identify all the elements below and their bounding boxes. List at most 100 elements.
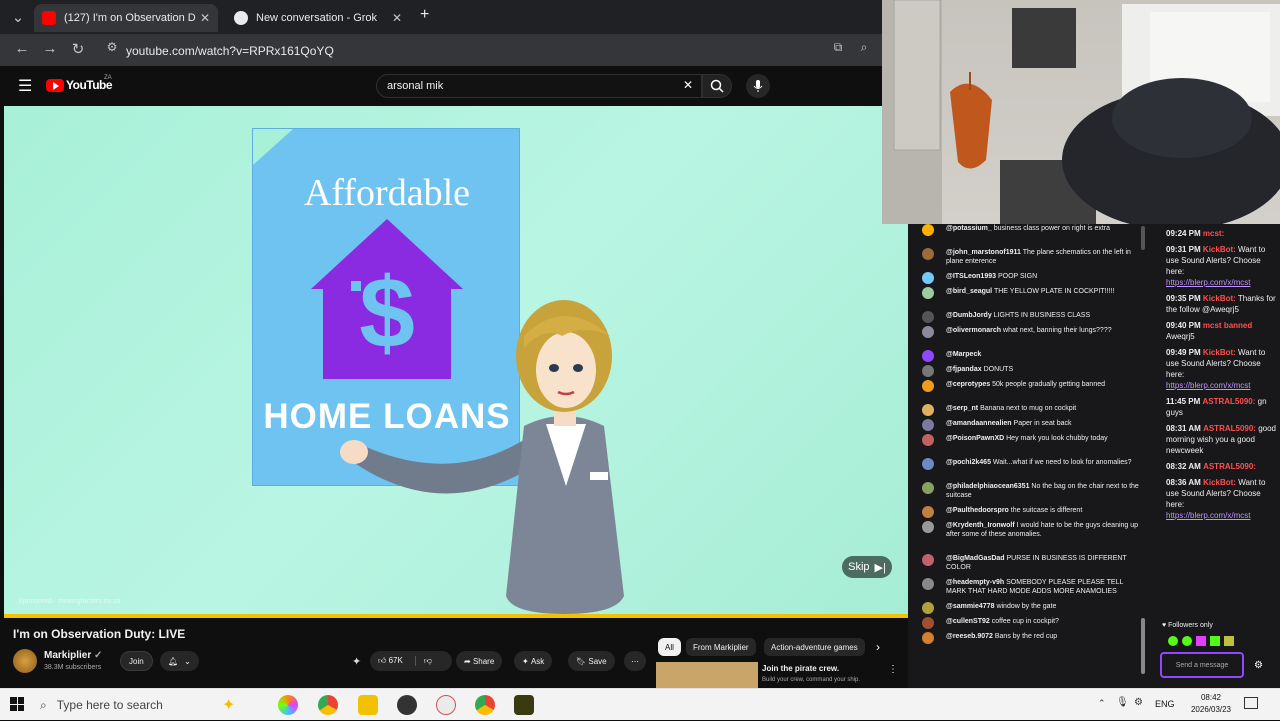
chat-avatar[interactable] — [922, 326, 934, 338]
more-vert-icon[interactable]: ⋮ — [888, 664, 898, 675]
recommendation-thumbnail[interactable] — [656, 662, 758, 688]
chat-username[interactable]: @amandaannealien — [946, 420, 1012, 427]
chat-username[interactable]: @Marpeck — [946, 351, 981, 358]
ask-button[interactable]: ✦ Ask — [514, 651, 553, 671]
chat-username[interactable]: @BigMadGasDad — [946, 555, 1005, 562]
chat-username[interactable]: @cullenST92 — [946, 618, 990, 625]
chat-avatar[interactable] — [922, 617, 934, 629]
chat-avatar[interactable] — [922, 434, 934, 446]
notifications-button[interactable]: 🔔︎ ⌄ — [160, 651, 199, 671]
reload-icon[interactable]: ↻ — [64, 40, 92, 58]
chrome-alt-icon[interactable] — [475, 695, 495, 715]
chip-from-markiplier[interactable]: From Markiplier — [686, 638, 756, 656]
kick-username[interactable]: ASTRAL5090: — [1203, 424, 1256, 433]
search-input[interactable]: arsonal mik ✕ — [376, 74, 702, 98]
chat-avatar[interactable] — [922, 404, 934, 416]
chat-avatar[interactable] — [922, 506, 934, 518]
copilot-icon[interactable] — [278, 695, 298, 715]
chat-avatar[interactable] — [922, 521, 934, 533]
kick-username[interactable]: KickBot: — [1203, 348, 1236, 357]
chat-settings-icon[interactable]: ⚙ — [1254, 660, 1263, 671]
chat-avatar[interactable] — [922, 578, 934, 590]
kick-username[interactable]: mcst: — [1203, 229, 1224, 238]
settings-icon[interactable]: ✦ — [352, 655, 361, 668]
chat-avatar[interactable] — [922, 365, 934, 377]
chat-username[interactable]: @fjpandax — [946, 366, 982, 373]
kick-username[interactable]: KickBot: — [1203, 294, 1236, 303]
chat-avatar[interactable] — [922, 350, 934, 362]
tab-grok[interactable]: New conversation - Grok ✕ — [226, 4, 410, 32]
chat-username[interactable]: @bird_seagul — [946, 288, 992, 295]
new-tab-button[interactable]: + — [420, 6, 429, 24]
chat-username[interactable]: @pochi2k465 — [946, 459, 991, 466]
tab-youtube[interactable]: (127) I'm on Observation D ✕ — [34, 4, 218, 32]
emote-icon[interactable] — [1210, 636, 1220, 646]
close-tab-icon[interactable]: ✕ — [392, 11, 402, 25]
install-app-icon[interactable]: ⧉ — [824, 40, 852, 55]
skip-ad-button[interactable]: Skip ▶| — [842, 556, 892, 578]
kick-link[interactable]: https://blerp.com/x/mcst — [1166, 511, 1250, 520]
chat-avatar[interactable] — [922, 482, 934, 494]
chat-username[interactable]: @ITSLeon1993 — [946, 273, 996, 280]
chat-username[interactable]: @olivermonarch — [946, 327, 1001, 334]
scroll-thumb-top[interactable] — [1141, 226, 1145, 250]
channel-avatar[interactable] — [13, 649, 37, 673]
send-message-input[interactable]: Send a message — [1160, 652, 1244, 678]
copilot-sparkle-icon[interactable]: ✦ — [222, 695, 235, 715]
file-explorer-icon[interactable] — [358, 695, 378, 715]
chip-all[interactable]: All — [658, 638, 681, 656]
clock[interactable]: 08:42 2026/03/23 — [1186, 692, 1236, 716]
clear-search-icon[interactable]: ✕ — [683, 78, 693, 92]
kick-username[interactable]: ASTRAL5090: — [1202, 397, 1255, 406]
chat-avatar[interactable] — [922, 248, 934, 260]
forward-icon[interactable]: → — [36, 40, 64, 57]
share-button[interactable]: ➦ Share — [456, 651, 503, 671]
chevron-right-icon[interactable]: › — [876, 640, 880, 654]
network-icon[interactable]: ⚙ — [1134, 697, 1143, 708]
chat-username[interactable]: @Krydenth_Ironwolf — [946, 522, 1015, 529]
chat-username[interactable]: @PoisonPawnXD — [946, 435, 1004, 442]
mic-tray-icon[interactable]: 🎙︎ — [1116, 697, 1129, 708]
kick-username[interactable]: mcst banned — [1203, 321, 1252, 330]
chat-username[interactable]: @potassium_ — [946, 225, 992, 232]
chat-avatar[interactable] — [922, 458, 934, 470]
language-indicator[interactable]: ENG — [1155, 699, 1175, 709]
dislike-button[interactable]: 👎︎ — [414, 656, 432, 666]
chat-username[interactable]: @john_marstonof1911 — [946, 249, 1021, 256]
chat-avatar[interactable] — [922, 380, 934, 392]
url-field[interactable]: youtube.com/watch?v=RPRx161QoYQ — [104, 40, 864, 62]
save-button[interactable]: 🔖︎ Save — [568, 651, 615, 671]
notifications-icon[interactable] — [1244, 697, 1258, 709]
chat-avatar[interactable] — [922, 632, 934, 644]
kick-username[interactable]: ASTRAL5090: — [1203, 462, 1256, 471]
chat-username[interactable]: @DumbJordy — [946, 312, 992, 319]
chip-action-adventure[interactable]: Action-adventure games — [764, 638, 865, 656]
close-tab-icon[interactable]: ✕ — [200, 11, 210, 25]
emote-row[interactable] — [1168, 636, 1234, 646]
chat-avatar[interactable] — [922, 554, 934, 566]
search-button[interactable] — [702, 74, 732, 98]
tab-search-icon[interactable]: ⌄ — [4, 8, 32, 26]
chrome-icon[interactable] — [318, 695, 338, 715]
like-button[interactable]: 👍︎ 67K — [378, 656, 403, 666]
sponsored-label[interactable]: Sponsored · movingfactors.co.za — [18, 598, 120, 605]
snipping-tool-icon[interactable] — [436, 695, 456, 715]
emote-icon[interactable] — [1196, 636, 1206, 646]
zoom-icon[interactable]: ⌕ — [850, 40, 878, 55]
video-player[interactable]: Affordable $ HOME LOANS Skip ▶| Sponsore… — [4, 106, 908, 618]
chat-username[interactable]: @sammie4778 — [946, 603, 994, 610]
kick-username[interactable]: KickBot: — [1203, 478, 1236, 487]
app-icon[interactable] — [514, 695, 534, 715]
chat-avatar[interactable] — [922, 272, 934, 284]
emote-icon[interactable] — [1182, 636, 1192, 646]
chat-username[interactable]: @serp_nt — [946, 405, 978, 412]
windows-start-icon[interactable] — [10, 697, 24, 711]
channel-name[interactable]: Markiplier ✓ — [44, 650, 102, 661]
more-actions-button[interactable]: ⋯ — [624, 651, 646, 671]
chat-username[interactable]: @Paulthedoorspro — [946, 507, 1009, 514]
emote-icon[interactable] — [1168, 636, 1178, 646]
youtube-logo-icon[interactable] — [46, 79, 64, 92]
chat-username[interactable]: @reeseb.9072 — [946, 633, 993, 640]
tray-chevron-icon[interactable]: ⌃ — [1098, 698, 1106, 709]
voice-search-button[interactable] — [746, 74, 770, 98]
